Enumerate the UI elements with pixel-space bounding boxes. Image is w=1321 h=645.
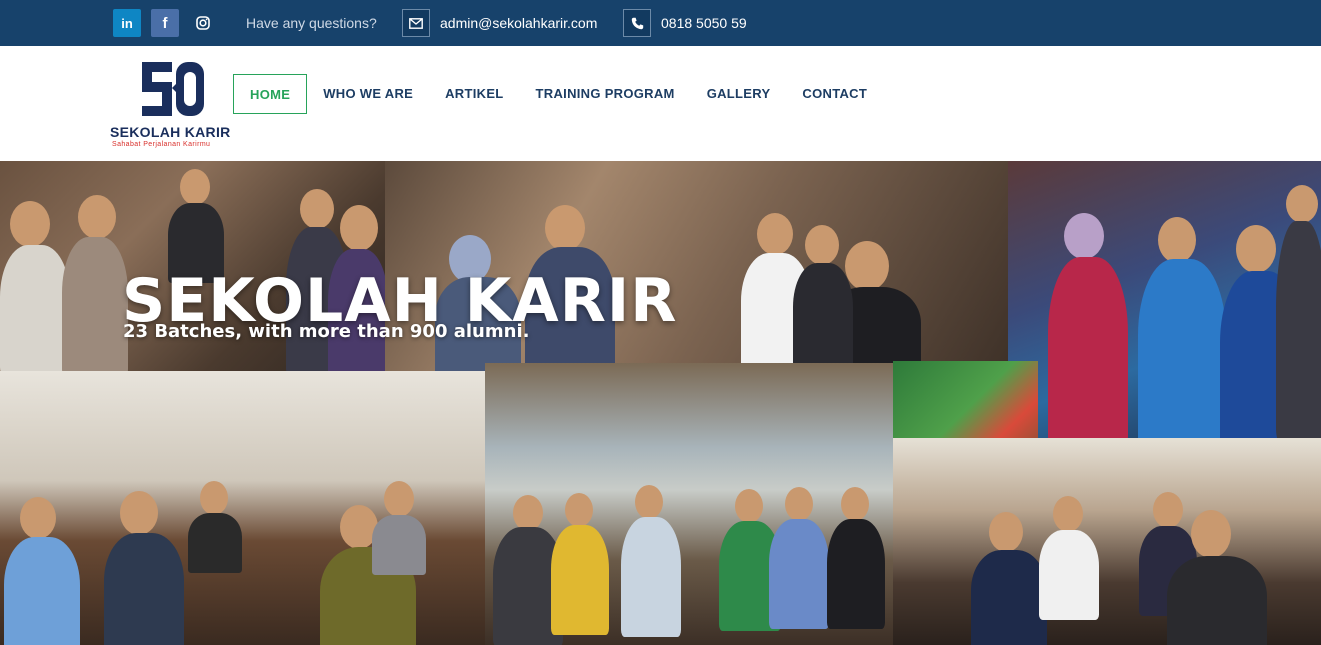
hero-subtitle: 23 Batches, with more than 900 alumni. [123,321,530,342]
logo-tagline: Sahabat Perjalanan Karirmu [112,141,211,148]
site-header: SEKOLAH KARIR Sahabat Perjalanan Karirmu… [0,46,1321,161]
linkedin-button[interactable]: in [113,9,141,37]
site-logo[interactable]: SEKOLAH KARIR Sahabat Perjalanan Karirmu [110,58,238,150]
instagram-icon [196,16,210,30]
nav-training-program[interactable]: TRAINING PROGRAM [520,74,691,114]
facebook-button[interactable]: f [151,9,179,37]
linkedin-icon: in [121,15,133,31]
phone-icon [623,9,651,37]
nav-who-we-are[interactable]: WHO WE ARE [307,74,429,114]
phone-link[interactable]: 0818 5050 59 [661,14,747,32]
group-photo [893,438,1321,645]
questions-text: Have any questions? [246,15,377,31]
logo-mark-icon [142,62,204,116]
main-nav: HOME WHO WE ARE ARTIKEL TRAINING PROGRAM… [233,74,883,114]
hero-banner: SEKOLAH KARIR 23 Batches, with more than… [0,161,1321,645]
mail-icon [402,9,430,37]
nav-artikel[interactable]: ARTIKEL [429,74,519,114]
facebook-icon: f [162,14,168,32]
email-link[interactable]: admin@sekolahkarir.com [440,14,597,32]
top-bar: in f Have any questions? admin@sekolahka… [0,0,1321,46]
group-photo [485,363,893,645]
nav-gallery[interactable]: GALLERY [691,74,787,114]
nav-home[interactable]: HOME [233,74,308,114]
instagram-button[interactable] [189,9,217,37]
logo-title: SEKOLAH KARIR [110,124,231,140]
nav-contact[interactable]: CONTACT [786,74,883,114]
group-photo [0,371,485,645]
group-photo [1008,161,1321,438]
